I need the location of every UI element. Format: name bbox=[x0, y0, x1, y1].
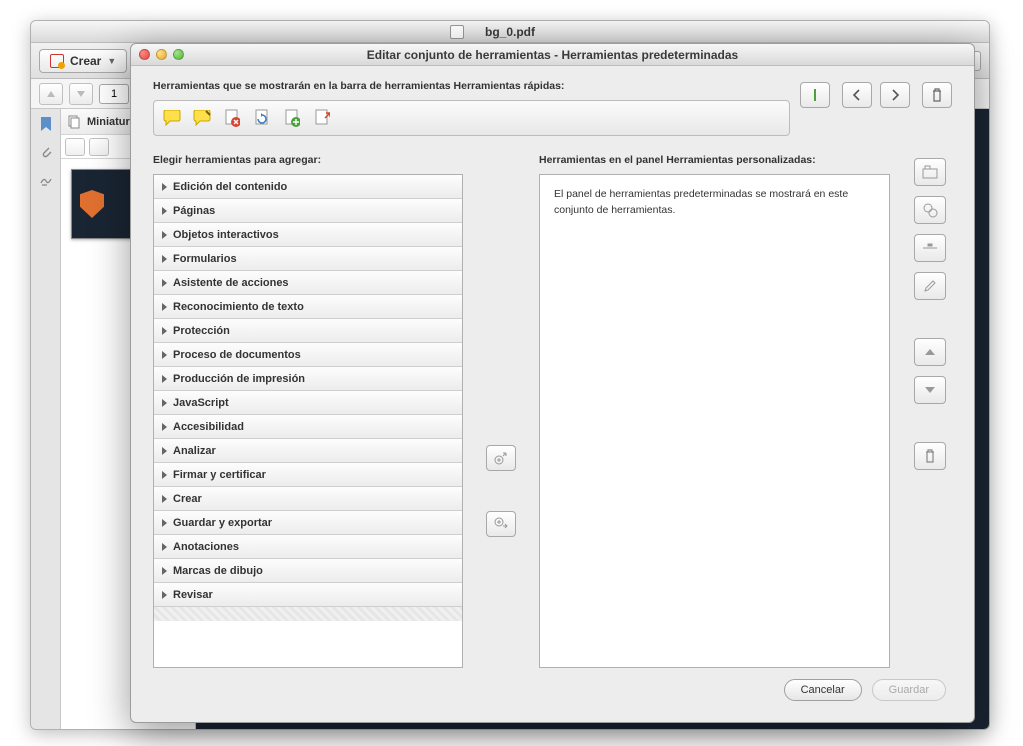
add-group-button[interactable] bbox=[914, 158, 946, 186]
panel-placeholder-text: El panel de herramientas predeterminadas… bbox=[554, 188, 848, 216]
save-button[interactable]: Guardar bbox=[872, 679, 946, 701]
main-titlebar: bg_0.pdf bbox=[31, 21, 989, 43]
dialog-footer: Cancelar Guardar bbox=[153, 668, 952, 712]
category-item[interactable]: Asistente de acciones bbox=[154, 271, 462, 295]
disclosure-triangle-icon bbox=[162, 255, 167, 263]
disclosure-triangle-icon bbox=[162, 351, 167, 359]
pages-icon bbox=[67, 115, 81, 129]
category-item[interactable]: Formularios bbox=[154, 247, 462, 271]
move-up-button[interactable] bbox=[914, 338, 946, 366]
pdf-icon bbox=[50, 54, 64, 68]
category-item[interactable]: Páginas bbox=[154, 199, 462, 223]
disclosure-triangle-icon bbox=[162, 447, 167, 455]
sticky-note-icon[interactable] bbox=[162, 108, 182, 128]
category-item[interactable]: Objetos interactivos bbox=[154, 223, 462, 247]
zoom-window-button[interactable] bbox=[173, 49, 184, 60]
move-right-button[interactable] bbox=[880, 82, 910, 108]
category-item[interactable]: Revisar bbox=[154, 583, 462, 607]
edit-button[interactable] bbox=[914, 272, 946, 300]
choose-tools-label: Elegir herramientas para agregar: bbox=[153, 154, 463, 166]
remove-tool-button[interactable] bbox=[922, 82, 952, 108]
custom-tools-panel[interactable]: El panel de herramientas predeterminadas… bbox=[539, 174, 890, 668]
category-item[interactable]: Protección bbox=[154, 319, 462, 343]
signatures-icon[interactable] bbox=[37, 171, 55, 189]
document-icon bbox=[450, 25, 464, 39]
dialog-titlebar: Editar conjunto de herramientas - Herram… bbox=[131, 44, 974, 66]
add-divider-button[interactable] bbox=[914, 234, 946, 262]
dropdown-icon: ▼ bbox=[107, 56, 116, 66]
disclosure-triangle-icon bbox=[162, 399, 167, 407]
disclosure-triangle-icon bbox=[162, 543, 167, 551]
page-up-button[interactable] bbox=[39, 83, 63, 105]
create-label: Crear bbox=[70, 54, 101, 68]
category-item[interactable]: Crear bbox=[154, 487, 462, 511]
delete-button[interactable] bbox=[914, 442, 946, 470]
thumbnails-new-button[interactable] bbox=[89, 138, 109, 156]
highlight-text-icon[interactable] bbox=[192, 108, 212, 128]
add-to-panel-button[interactable] bbox=[486, 511, 516, 537]
disclosure-triangle-icon bbox=[162, 207, 167, 215]
bookmark-icon[interactable] bbox=[37, 115, 55, 133]
shield-icon bbox=[80, 190, 104, 218]
custom-panel-label: Herramientas en el panel Herramientas pe… bbox=[539, 154, 890, 166]
disclosure-triangle-icon bbox=[162, 183, 167, 191]
category-item[interactable]: Producción de impresión bbox=[154, 367, 462, 391]
add-to-toolbar-button[interactable] bbox=[486, 445, 516, 471]
page-number-input[interactable] bbox=[99, 84, 129, 104]
document-title: bg_0.pdf bbox=[485, 25, 535, 39]
window-controls bbox=[131, 49, 184, 60]
category-item[interactable]: Analizar bbox=[154, 439, 462, 463]
rotate-page-icon[interactable] bbox=[252, 108, 272, 128]
export-page-icon[interactable] bbox=[312, 108, 332, 128]
category-item[interactable]: Reconocimiento de texto bbox=[154, 295, 462, 319]
category-item[interactable]: Anotaciones bbox=[154, 535, 462, 559]
list-filler bbox=[154, 607, 462, 621]
move-left-button[interactable] bbox=[842, 82, 872, 108]
category-item[interactable]: Edición del contenido bbox=[154, 175, 462, 199]
category-item[interactable]: Proceso de documentos bbox=[154, 343, 462, 367]
tool-category-list[interactable]: Edición del contenido Páginas Objetos in… bbox=[153, 174, 463, 668]
quick-tools-label: Herramientas que se mostrarán en la barr… bbox=[153, 80, 790, 92]
page-down-button[interactable] bbox=[69, 83, 93, 105]
thumbnails-option-button[interactable] bbox=[65, 138, 85, 156]
close-window-button[interactable] bbox=[139, 49, 150, 60]
disclosure-triangle-icon bbox=[162, 279, 167, 287]
category-item[interactable]: Guardar y exportar bbox=[154, 511, 462, 535]
disclosure-triangle-icon bbox=[162, 567, 167, 575]
dialog-title: Editar conjunto de herramientas - Herram… bbox=[131, 48, 974, 62]
edit-toolset-dialog: Editar conjunto de herramientas - Herram… bbox=[130, 43, 975, 723]
move-down-button[interactable] bbox=[914, 376, 946, 404]
minimize-window-button[interactable] bbox=[156, 49, 167, 60]
category-item[interactable]: Firmar y certificar bbox=[154, 463, 462, 487]
quick-tools-bar bbox=[153, 100, 790, 136]
add-instruction-button[interactable] bbox=[914, 196, 946, 224]
category-item[interactable]: Marcas de dibujo bbox=[154, 559, 462, 583]
cancel-button[interactable]: Cancelar bbox=[784, 679, 862, 701]
disclosure-triangle-icon bbox=[162, 231, 167, 239]
disclosure-triangle-icon bbox=[162, 495, 167, 503]
create-button[interactable]: Crear ▼ bbox=[39, 49, 127, 73]
category-item[interactable]: Accesibilidad bbox=[154, 415, 462, 439]
disclosure-triangle-icon bbox=[162, 471, 167, 479]
disclosure-triangle-icon bbox=[162, 519, 167, 527]
disclosure-triangle-icon bbox=[162, 375, 167, 383]
disclosure-triangle-icon bbox=[162, 423, 167, 431]
disclosure-triangle-icon bbox=[162, 591, 167, 599]
attachment-icon[interactable] bbox=[37, 143, 55, 161]
disclosure-triangle-icon bbox=[162, 303, 167, 311]
add-page-icon[interactable] bbox=[282, 108, 302, 128]
add-separator-button[interactable] bbox=[800, 82, 830, 108]
category-item[interactable]: JavaScript bbox=[154, 391, 462, 415]
left-rail bbox=[31, 109, 61, 729]
delete-page-icon[interactable] bbox=[222, 108, 242, 128]
disclosure-triangle-icon bbox=[162, 327, 167, 335]
